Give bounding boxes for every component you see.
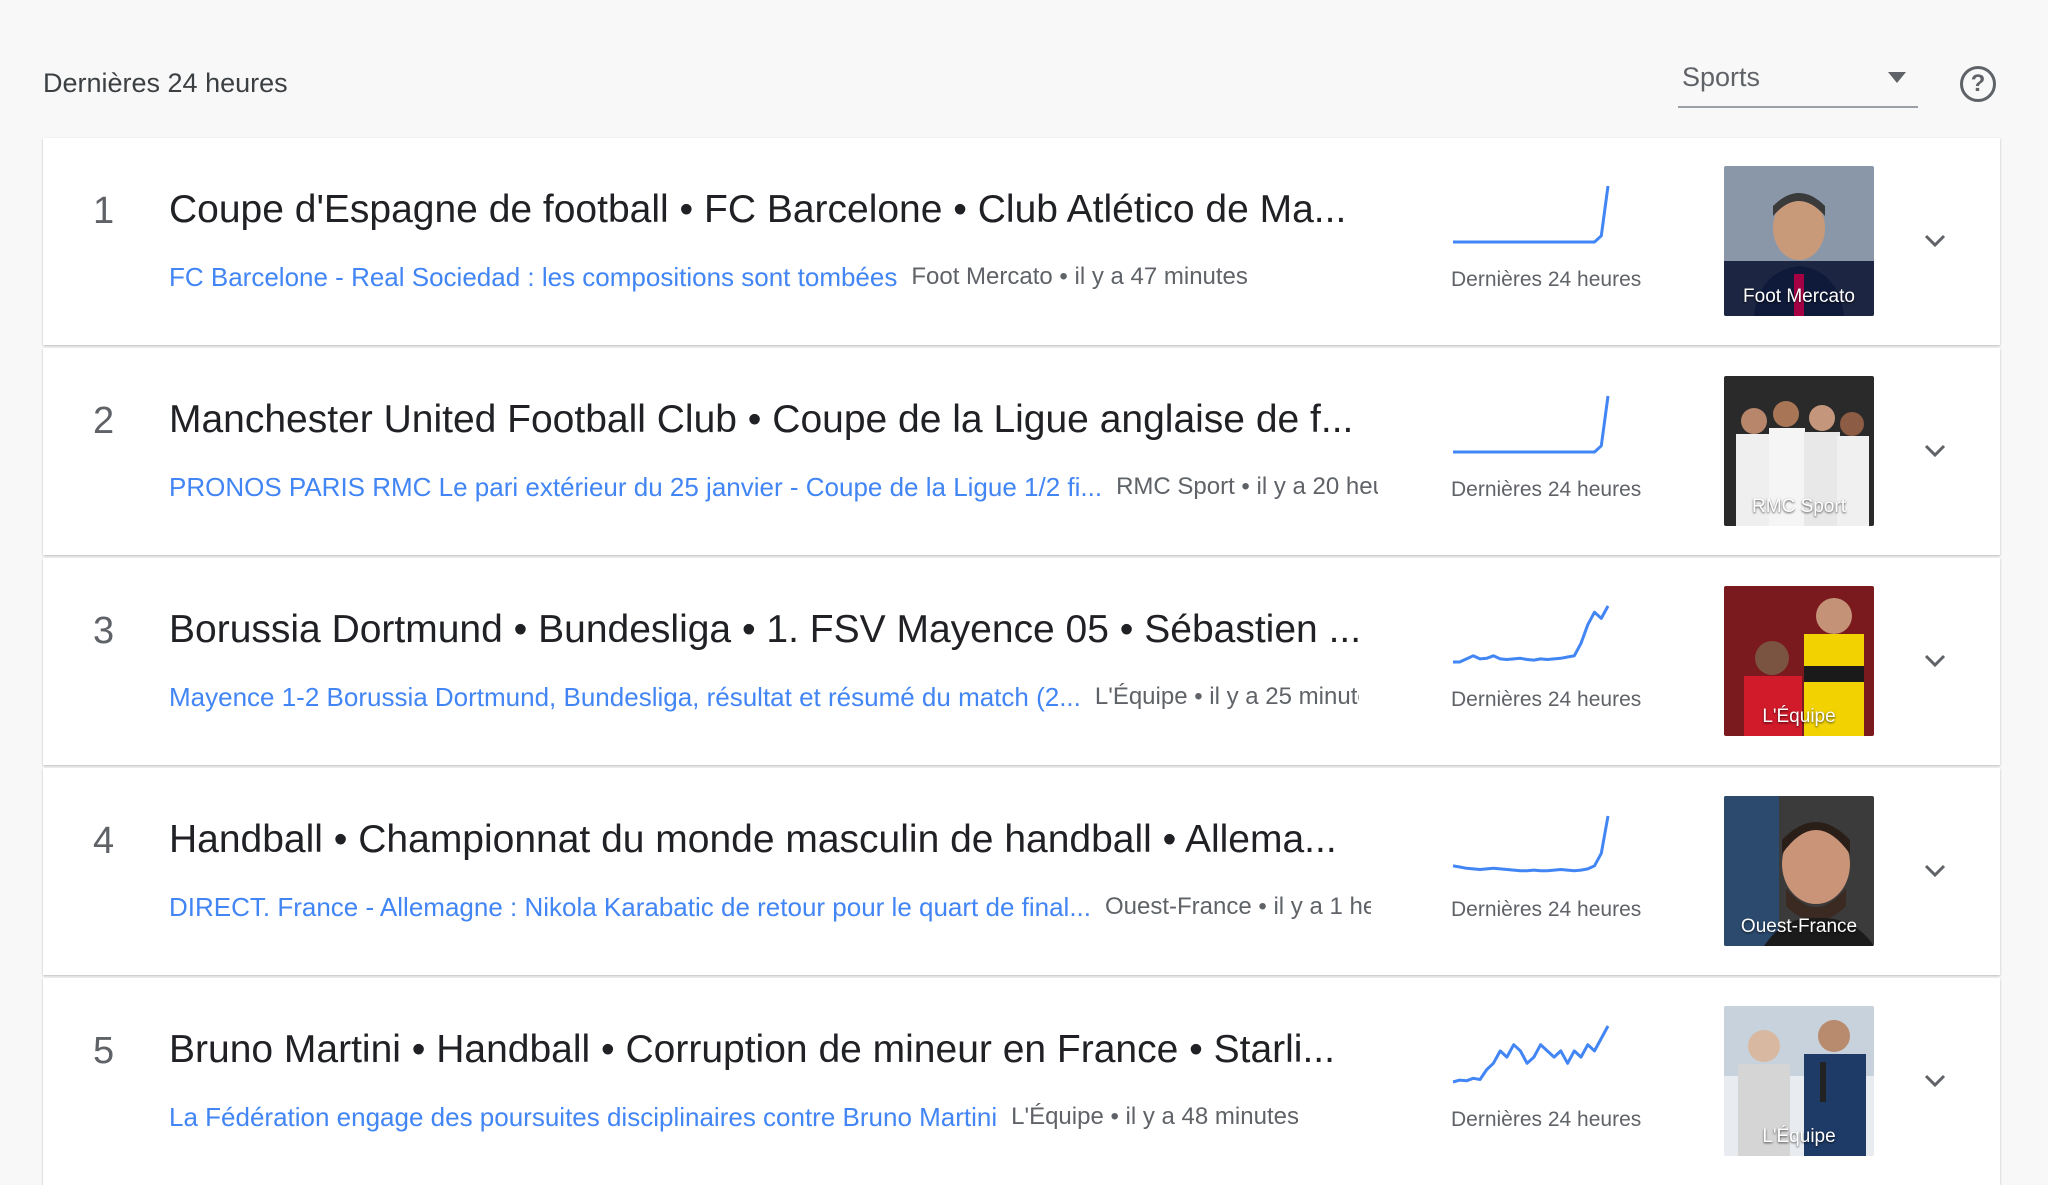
trend-subline: PRONOS PARIS RMC Le pari extérieur du 25… [169, 472, 1469, 508]
sparkline-path [1453, 185, 1610, 244]
article-source-meta: Foot Mercato • il y a 47 minutes [911, 263, 1248, 290]
article-link[interactable]: DIRECT. France - Allemagne : Nikola Kara… [169, 892, 1091, 923]
period-label: Dernières 24 heures [43, 68, 288, 98]
trend-rank: 2 [93, 400, 115, 442]
article-source-meta: L'Équipe • il y a 25 minute [1094, 683, 1359, 710]
trend-sparkline [1453, 395, 1610, 454]
sparkline-path [1453, 605, 1610, 664]
trend-subline: FC Barcelone - Real Sociedad : les compo… [169, 262, 1469, 298]
article-source-meta: RMC Sport • il y a 20 heu [1116, 473, 1379, 500]
trend-subline: La Fédération engage des poursuites disc… [169, 1102, 1469, 1138]
trend-title[interactable]: Bruno Martini • Handball • Corruption de… [169, 1028, 1409, 1072]
thumbnail-source: Foot Mercato [1743, 286, 1855, 307]
trend-rank: 5 [93, 1030, 115, 1072]
trend-row[interactable]: 4 Handball • Championnat du monde mascul… [43, 768, 2000, 975]
trend-subline: Mayence 1-2 Borussia Dortmund, Bundeslig… [169, 682, 1469, 718]
trend-sparkline [1452, 1025, 1610, 1084]
sparkline-label: Dernières 24 heures [1451, 1108, 1642, 1131]
trend-row[interactable]: 3 Borussia Dortmund • Bundesliga • 1. FS… [43, 558, 2000, 765]
trend-rank: 4 [93, 820, 115, 862]
article-link[interactable]: La Fédération engage des poursuites disc… [169, 1102, 997, 1133]
trend-sparkline [1453, 185, 1610, 244]
chevron-down-icon [1888, 72, 1906, 83]
category-dropdown[interactable]: Sports [1678, 58, 1918, 108]
trend-title[interactable]: Borussia Dortmund • Bundesliga • 1. FSV … [169, 608, 1409, 652]
trend-row[interactable]: 5 Bruno Martini • Handball • Corruption … [43, 978, 2000, 1185]
trend-sparkline [1453, 605, 1610, 664]
article-link[interactable]: FC Barcelone - Real Sociedad : les compo… [169, 262, 897, 293]
news-thumbnail[interactable]: Foot Mercato [1724, 166, 1874, 316]
article-source-meta: Ouest-France • il y a 1 he [1105, 893, 1371, 920]
trend-sparkline [1452, 815, 1610, 873]
help-icon[interactable]: ? [1960, 66, 1996, 102]
chevron-down-icon[interactable] [1919, 434, 1951, 466]
trend-title[interactable]: Handball • Championnat du monde masculin… [169, 818, 1409, 862]
sparkline-path [1452, 815, 1610, 873]
chevron-down-icon[interactable] [1919, 854, 1951, 886]
trend-row[interactable]: 1 Coupe d'Espagne de football • FC Barce… [43, 138, 2000, 345]
sparkline-label: Dernières 24 heures [1451, 478, 1642, 501]
thumbnail-source: Ouest-France [1740, 916, 1858, 937]
news-thumbnail[interactable]: L'Équipe [1724, 1006, 1874, 1156]
article-link[interactable]: PRONOS PARIS RMC Le pari extérieur du 25… [169, 472, 1102, 503]
thumbnail-source: L'Équipe [1762, 1126, 1836, 1147]
trend-title[interactable]: Manchester United Football Club • Coupe … [169, 398, 1409, 442]
chevron-down-icon[interactable] [1919, 224, 1951, 256]
chevron-down-icon[interactable] [1919, 644, 1951, 676]
category-value: Sports [1682, 62, 1761, 92]
sparkline-path [1453, 395, 1610, 454]
sparkline-label: Dernières 24 heures [1451, 898, 1642, 921]
trend-rank: 3 [93, 610, 115, 652]
header-bar: Dernières 24 heures Sports ? [0, 0, 2048, 138]
thumbnail-source: RMC Sport [1752, 496, 1846, 517]
news-thumbnail[interactable]: L'Équipe [1724, 586, 1874, 736]
chevron-down-icon[interactable] [1919, 1064, 1951, 1096]
trend-row[interactable]: 2 Manchester United Football Club • Coup… [43, 348, 2000, 555]
news-thumbnail[interactable]: RMC Sport [1724, 376, 1874, 526]
thumbnail-source: L'Équipe [1762, 706, 1836, 727]
trend-title[interactable]: Coupe d'Espagne de football • FC Barcelo… [169, 188, 1409, 232]
sparkline-label: Dernières 24 heures [1451, 688, 1642, 711]
sparkline-path [1452, 1025, 1610, 1084]
sparkline-label: Dernières 24 heures [1451, 268, 1642, 291]
trend-subline: DIRECT. France - Allemagne : Nikola Kara… [169, 892, 1469, 928]
trend-rank: 1 [93, 190, 115, 232]
article-source-meta: L'Équipe • il y a 48 minutes [1011, 1103, 1299, 1130]
article-link[interactable]: Mayence 1-2 Borussia Dortmund, Bundeslig… [169, 682, 1081, 713]
news-thumbnail[interactable]: Ouest-France [1724, 796, 1874, 946]
